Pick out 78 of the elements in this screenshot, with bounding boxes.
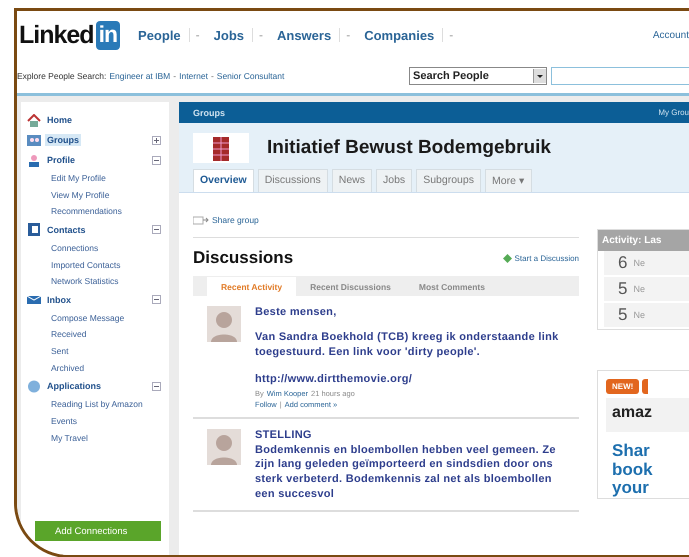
sidebar-subitem[interactable]: Archived bbox=[21, 360, 169, 376]
activity-label: Ne bbox=[633, 310, 645, 320]
sidebar-item[interactable]: Inbox bbox=[21, 290, 169, 310]
post-title[interactable]: Beste mensen, bbox=[255, 306, 573, 318]
group-tab[interactable]: Subgroups bbox=[416, 169, 481, 192]
person-icon bbox=[27, 154, 41, 166]
sidebar-subitem[interactable]: View My Profile bbox=[21, 186, 169, 204]
avatar-silhouette bbox=[207, 428, 241, 465]
new-badge: NEW! bbox=[606, 379, 640, 394]
my-groups-link[interactable]: My Grou bbox=[658, 108, 689, 117]
sidebar-item[interactable]: Profile bbox=[21, 150, 169, 170]
post-text: http://www.dirtthemovie.org/ bbox=[255, 372, 414, 387]
group-tab[interactable]: More ▾ bbox=[484, 169, 532, 192]
sidebar-subitem[interactable]: Reading List by Amazon bbox=[21, 396, 169, 413]
nav-link[interactable]: Companies bbox=[364, 28, 434, 42]
avatar-silhouette bbox=[207, 306, 241, 342]
group-name: Initiatief Bewust Bodemgebruik bbox=[267, 137, 551, 159]
sidebar-item[interactable]: Groups bbox=[21, 130, 169, 150]
sidebar-subitem[interactable]: Received bbox=[21, 326, 169, 343]
post-title[interactable]: STELLING bbox=[255, 428, 573, 441]
sidebar-subitem[interactable]: Imported Contacts bbox=[21, 256, 169, 274]
account-link[interactable]: Account bbox=[652, 30, 689, 40]
activity-label: Ne bbox=[633, 258, 645, 268]
sidebar-subitem[interactable]: Network Statistics bbox=[21, 273, 169, 290]
globe-icon bbox=[27, 380, 41, 393]
activity-count: 5 bbox=[618, 305, 628, 325]
separator: - bbox=[210, 71, 214, 81]
activity-label: Ne bbox=[633, 284, 645, 294]
search-suggestion-link[interactable]: Internet bbox=[179, 71, 208, 81]
share-group-link[interactable]: Share group bbox=[212, 215, 259, 225]
amazon-logo: amaz bbox=[606, 398, 689, 432]
start-discussion-link[interactable]: Start a Discussion bbox=[514, 254, 579, 262]
post-text: Bodemkennis en bloembollen hebben veel gemeen. Ze zijn lang geleden geïmporteerd en sindsdien door ons sterk verbeterd. Bodemkennis zal net als bloembollen een succesvol bbox=[255, 442, 557, 502]
group-tab[interactable]: Overview bbox=[193, 169, 254, 192]
sidebar-subitem[interactable]: Events bbox=[21, 412, 169, 430]
search-suggestion-link[interactable]: Senior Consultant bbox=[216, 71, 284, 81]
group-logo bbox=[193, 133, 249, 163]
sidebar-subitem[interactable]: Connections bbox=[21, 240, 169, 256]
promo-text[interactable]: book bbox=[606, 460, 689, 480]
activity-count: 5 bbox=[618, 279, 628, 299]
discussions-heading: Discussions bbox=[193, 248, 294, 268]
activity-heading: Activity: Las bbox=[598, 230, 689, 251]
activity-count: 6 bbox=[618, 253, 628, 273]
sidebar-item[interactable]: Contacts bbox=[21, 220, 169, 240]
collapse-icon[interactable] bbox=[152, 382, 161, 391]
sidebar-item[interactable]: Home bbox=[21, 110, 169, 130]
sidebar-subitem[interactable]: My Travel bbox=[21, 430, 169, 446]
linkedin-logo[interactable]: Linked in bbox=[19, 20, 120, 50]
separator: - bbox=[173, 71, 176, 81]
nav-link[interactable]: People bbox=[138, 28, 181, 42]
address-book-icon bbox=[27, 223, 41, 236]
envelope-icon bbox=[27, 293, 41, 306]
group-tab[interactable]: Discussions bbox=[258, 169, 328, 192]
people-icon bbox=[27, 134, 41, 146]
search-suggestion-link[interactable]: Engineer at IBM bbox=[109, 71, 170, 81]
badge-fragment bbox=[642, 379, 648, 394]
collapse-icon[interactable] bbox=[152, 156, 161, 164]
sidebar-subitem[interactable]: Recommendations bbox=[21, 203, 169, 220]
sidebar-item[interactable]: Applications bbox=[21, 376, 169, 396]
house-icon bbox=[27, 114, 41, 126]
section-title: Groups bbox=[193, 108, 226, 118]
post-text: Van Sandra Boekhold (TCB) kreeg ik onderstaande link toegestuurd. Een link voor 'dirty people'. bbox=[255, 330, 560, 360]
nav-link[interactable]: Answers bbox=[277, 28, 332, 42]
nav-link[interactable]: Jobs bbox=[214, 28, 244, 42]
promo-text[interactable]: Shar bbox=[606, 442, 689, 461]
group-tab[interactable]: News bbox=[332, 169, 372, 192]
sidebar-subitem[interactable]: Edit My Profile bbox=[21, 170, 169, 187]
search-type-select[interactable]: Search People bbox=[409, 67, 547, 85]
collapse-icon[interactable] bbox=[152, 225, 161, 234]
promo-text[interactable]: your bbox=[606, 479, 689, 498]
sidebar-subitem[interactable]: Sent bbox=[21, 343, 169, 360]
share-icon bbox=[193, 216, 209, 224]
search-field[interactable] bbox=[551, 67, 689, 85]
explore-label: Explore People Search: bbox=[17, 71, 106, 81]
expand-icon[interactable] bbox=[152, 136, 161, 144]
collapse-icon[interactable] bbox=[152, 295, 161, 304]
sidebar-subitem[interactable]: Compose Message bbox=[21, 310, 169, 326]
group-tab[interactable]: Jobs bbox=[376, 169, 412, 192]
